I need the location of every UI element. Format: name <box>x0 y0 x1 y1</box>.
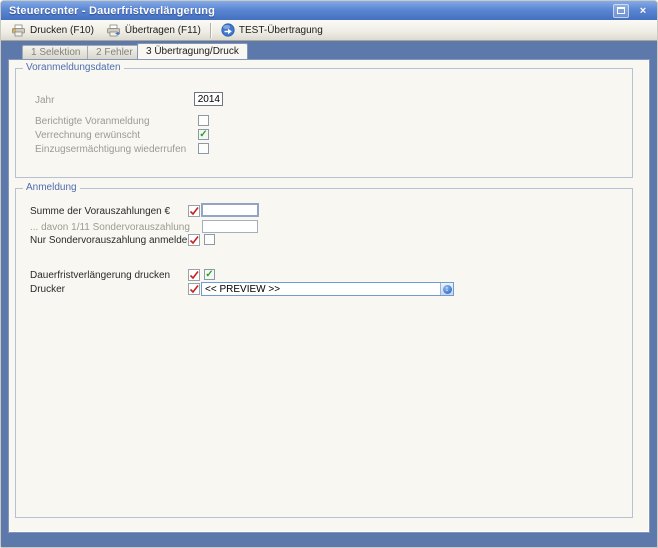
window-body: 1 Selektion 2 Fehler 3 Übertragung/Druck… <box>1 42 657 547</box>
tab-uebertragung-druck[interactable]: 3 Übertragung/Druck <box>137 43 248 59</box>
transfer-printer-icon <box>106 24 121 37</box>
drucker-select[interactable]: << PREVIEW >> ↕ <box>201 282 454 296</box>
printer-icon <box>11 24 26 37</box>
print-button[interactable]: Drucken (F10) <box>5 22 100 39</box>
print-button-label: Drucken (F10) <box>30 25 94 36</box>
transfer-button[interactable]: Übertragen (F11) <box>100 22 207 39</box>
berichtigte-voranmeldung-label: Berichtigte Voranmeldung <box>35 116 150 127</box>
transfer-button-label: Übertragen (F11) <box>125 25 201 36</box>
tab-fehler[interactable]: 2 Fehler <box>87 45 142 59</box>
tab-uebertragung-druck-label: 3 Übertragung/Druck <box>146 46 239 57</box>
check-icon: ✓ <box>199 130 207 140</box>
nur-sondervorauszahlung-label: Nur Sondervorauszahlung anmelden <box>30 235 193 246</box>
summe-vorauszahlungen-label: Summe der Vorauszahlungen € <box>30 206 170 217</box>
close-icon: × <box>640 5 646 17</box>
drucker-dropdown-button[interactable]: ↕ <box>440 283 453 295</box>
drucker-modified-flag-icon[interactable] <box>188 283 200 295</box>
nur-sondervorauszahlung-checkbox[interactable] <box>204 234 215 245</box>
test-transfer-button[interactable]: TEST-Übertragung <box>215 21 329 39</box>
voranmeldungsdaten-group-title: Voranmeldungsdaten <box>23 62 124 73</box>
check-icon: ✓ <box>205 270 213 280</box>
jahr-input[interactable] <box>194 92 223 106</box>
nur-sonder-modified-flag-icon[interactable] <box>188 234 200 246</box>
restore-window-button[interactable] <box>613 4 629 18</box>
dauerfrist-drucken-checkbox[interactable]: ✓ <box>204 269 215 280</box>
close-window-button[interactable]: × <box>635 4 651 18</box>
drucker-label: Drucker <box>30 284 65 295</box>
toolbar-separator <box>210 23 212 38</box>
verrechnung-erwuenscht-label: Verrechnung erwünscht <box>35 130 140 141</box>
summe-vorauszahlungen-input[interactable] <box>201 203 259 217</box>
dauerfrist-drucken-label: Dauerfristverlängerung drucken <box>30 270 170 281</box>
tab-selektion[interactable]: 1 Selektion <box>22 45 89 59</box>
window-title: Steuercenter - Dauerfristverlängerung <box>9 5 215 17</box>
restore-icon <box>617 7 625 14</box>
voranmeldungsdaten-group: Voranmeldungsdaten Jahr Berichtigte Vora… <box>15 68 633 178</box>
einzugsermaechtigung-checkbox[interactable] <box>198 143 209 154</box>
updown-arrow-icon: ↕ <box>443 285 452 294</box>
drucker-selected-value: << PREVIEW >> <box>202 284 440 295</box>
title-bar: Steuercenter - Dauerfristverlängerung × <box>1 1 657 20</box>
verrechnung-erwuenscht-checkbox[interactable]: ✓ <box>198 129 209 140</box>
davon-sondervorauszahlung-label: ... davon 1/11 Sondervorauszahlung <box>30 222 190 233</box>
einzugsermaechtigung-label: Einzugsermächtigung wiederrufen <box>35 144 186 155</box>
davon-sondervorauszahlung-input[interactable] <box>202 220 258 233</box>
tab-content-panel: Voranmeldungsdaten Jahr Berichtigte Vora… <box>8 59 650 533</box>
anmeldung-group: Anmeldung Summe der Vorauszahlungen € ..… <box>15 188 633 518</box>
tab-fehler-label: 2 Fehler <box>96 47 133 58</box>
summe-modified-flag-icon[interactable] <box>188 205 200 217</box>
steuercenter-window: Steuercenter - Dauerfristverlängerung × … <box>0 0 658 548</box>
test-transfer-icon <box>221 23 235 37</box>
jahr-label: Jahr <box>35 95 54 106</box>
toolbar: Drucken (F10) Übertragen (F11) TEST-Über… <box>1 20 657 41</box>
anmeldung-group-title: Anmeldung <box>23 182 80 193</box>
berichtigte-voranmeldung-checkbox[interactable] <box>198 115 209 126</box>
test-transfer-button-label: TEST-Übertragung <box>239 25 323 36</box>
druck-modified-flag-icon[interactable] <box>188 269 200 281</box>
tab-selektion-label: 1 Selektion <box>31 47 80 58</box>
window-controls: × <box>613 3 651 18</box>
